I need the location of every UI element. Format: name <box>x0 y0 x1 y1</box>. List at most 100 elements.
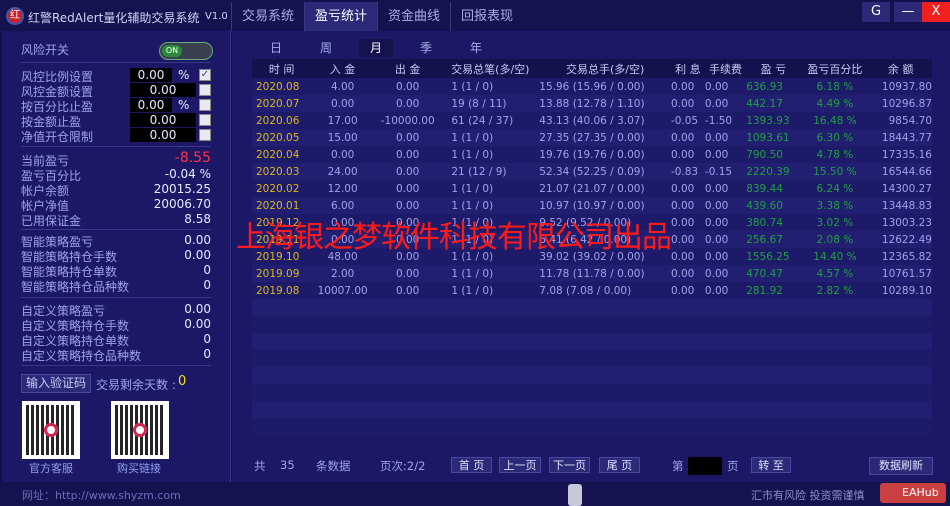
tab-pnl-stats[interactable]: 盈亏统计 <box>304 2 378 31</box>
account-value: -8.55 <box>174 150 211 166</box>
column-header[interactable]: 余 额 <box>869 59 932 78</box>
smart-label: 智能策略持仓单数 <box>21 265 118 279</box>
empty-cell <box>869 367 932 384</box>
empty-cell <box>373 401 442 418</box>
column-header[interactable]: 时 间 <box>252 59 312 78</box>
close-button[interactable]: X <box>922 2 950 22</box>
empty-cell <box>539 316 671 333</box>
empty-cell <box>800 299 870 316</box>
table-cell: 2020.05 <box>252 129 312 146</box>
empty-cell <box>869 333 932 350</box>
custom-value: 0 <box>203 347 211 361</box>
refresh-icon[interactable]: G <box>862 2 890 22</box>
setting-checkbox[interactable]: ✓ <box>199 69 211 81</box>
setting-checkbox[interactable] <box>199 114 211 126</box>
eahub-badge: EAHub <box>880 483 946 503</box>
table-cell: 16544.66 <box>869 163 932 180</box>
period-tab-1[interactable]: 周 <box>309 39 343 57</box>
smart-value: 0 <box>203 278 211 292</box>
table-cell: 0.00 <box>311 146 374 163</box>
column-header[interactable]: 交易总笔(多/空) <box>441 59 540 78</box>
last-page-button[interactable]: 尾 页 <box>599 457 640 473</box>
smart-label: 智能策略持仓手数 <box>21 250 118 264</box>
table-row[interactable]: 2020.06 17.00 -10000.00 61 (24 / 37) 43.13 (… <box>252 112 932 129</box>
period-tab-4[interactable]: 年 <box>459 39 493 57</box>
page-indicator: 页次:2/2 <box>380 459 426 473</box>
table-cell: 0.00 <box>670 146 705 163</box>
table-cell: 10937.80 <box>869 78 932 95</box>
setting-checkbox[interactable] <box>199 99 211 111</box>
first-page-button[interactable]: 首 页 <box>451 457 492 473</box>
table-row[interactable]: 2020.05 15.00 0.00 1 (1 / 0) 27.35 (27.35 / … <box>252 129 932 146</box>
table-cell: 1 (1 / 0) <box>441 78 540 95</box>
table-cell: 0.00 <box>704 248 747 265</box>
setting-checkbox[interactable] <box>199 84 211 96</box>
table-cell: 0.00 <box>670 78 705 95</box>
setting-input[interactable]: 0.00 <box>130 128 196 142</box>
column-header[interactable]: 交易总手(多/空) <box>539 59 671 78</box>
setting-unit: % <box>178 98 190 112</box>
empty-row <box>252 367 932 384</box>
table-row[interactable]: 2020.08 4.00 0.00 1 (1 / 0) 15.96 (15.96 / 0… <box>252 78 932 95</box>
table-cell: 3.02 % <box>800 214 870 231</box>
empty-cell <box>800 384 870 401</box>
tab-equity-curve[interactable]: 资金曲线 <box>377 2 450 31</box>
table-cell: 839.44 <box>746 180 801 197</box>
next-page-button[interactable]: 下一页 <box>549 457 590 473</box>
table-row[interactable]: 2020.07 0.00 0.00 19 (8 / 11) 13.88 (12.78 /… <box>252 95 932 112</box>
table-cell: 6.30 % <box>800 129 870 146</box>
table-row[interactable]: 2020.04 0.00 0.00 1 (1 / 0) 19.76 (19.76 / 0… <box>252 146 932 163</box>
table-row[interactable]: 2020.02 12.00 0.00 1 (1 / 0) 21.07 (21.07 / … <box>252 180 932 197</box>
table-cell: 19 (8 / 11) <box>441 95 540 112</box>
empty-cell <box>800 401 870 418</box>
account-value: 20015.25 <box>153 182 211 196</box>
column-header[interactable]: 手续费 <box>704 59 747 78</box>
column-header[interactable]: 出 金 <box>373 59 442 78</box>
table-cell: 15.00 <box>311 129 374 146</box>
goto-button[interactable]: 转 至 <box>751 457 791 473</box>
table-cell: 0.00 <box>373 95 442 112</box>
table-cell: 790.50 <box>746 146 801 163</box>
tab-trading-system[interactable]: 交易系统 <box>231 2 304 31</box>
setting-input[interactable]: 0.00 <box>130 113 196 127</box>
empty-cell <box>252 333 312 350</box>
prev-page-button[interactable]: 上一页 <box>499 457 541 473</box>
setting-input[interactable]: 0.00 <box>130 98 172 112</box>
table-cell: 4.49 % <box>800 95 870 112</box>
custom-label: 自定义策略盈亏 <box>21 304 106 318</box>
table-cell: 281.92 <box>746 282 801 299</box>
table-cell: 7.08 (7.08 / 0.00) <box>539 282 671 299</box>
column-header[interactable]: 利 息 <box>670 59 705 78</box>
period-tab-0[interactable]: 日 <box>259 39 293 57</box>
tab-returns[interactable]: 回报表现 <box>450 2 523 31</box>
page-number-input[interactable] <box>688 457 722 475</box>
goto-suffix: 页 <box>727 459 739 473</box>
table-row[interactable]: 2020.03 24.00 0.00 21 (12 / 9) 52.34 (52.25 … <box>252 163 932 180</box>
empty-cell <box>311 316 374 333</box>
column-header[interactable]: 盈亏百分比 <box>800 59 870 78</box>
table-cell: 24.00 <box>311 163 374 180</box>
table-cell: 470.47 <box>746 265 801 282</box>
empty-cell <box>746 384 801 401</box>
smart-label: 智能策略盈亏 <box>21 235 94 249</box>
risk-toggle[interactable]: ON <box>159 42 213 60</box>
column-header[interactable]: 入 金 <box>311 59 374 78</box>
setting-checkbox[interactable] <box>199 129 211 141</box>
enter-code-button[interactable]: 输入验证码 <box>21 374 91 393</box>
table-cell: 4.00 <box>311 78 374 95</box>
refresh-data-button[interactable]: 数据刷新 <box>869 457 933 475</box>
account-row: 帐户净值 20006.70 <box>21 197 211 213</box>
setting-input[interactable]: 0.00 <box>130 68 172 82</box>
scrollbar-thumb[interactable] <box>568 484 582 506</box>
period-tab-3[interactable]: 季 <box>409 39 443 57</box>
empty-row <box>252 401 932 418</box>
period-tab-2[interactable]: 月 <box>359 39 393 57</box>
empty-row <box>252 316 932 333</box>
table-row[interactable]: 2019.08 10007.00 0.00 1 (1 / 0) 7.08 (7.08 /… <box>252 282 932 299</box>
column-header[interactable]: 盈 亏 <box>746 59 801 78</box>
setting-input[interactable]: 0.00 <box>130 83 196 97</box>
table-row[interactable]: 2019.09 2.00 0.00 1 (1 / 0) 11.78 (11.78 / 0… <box>252 265 932 282</box>
minimize-button[interactable]: — <box>894 2 922 22</box>
table-cell: 10761.57 <box>869 265 932 282</box>
empty-cell <box>252 384 312 401</box>
